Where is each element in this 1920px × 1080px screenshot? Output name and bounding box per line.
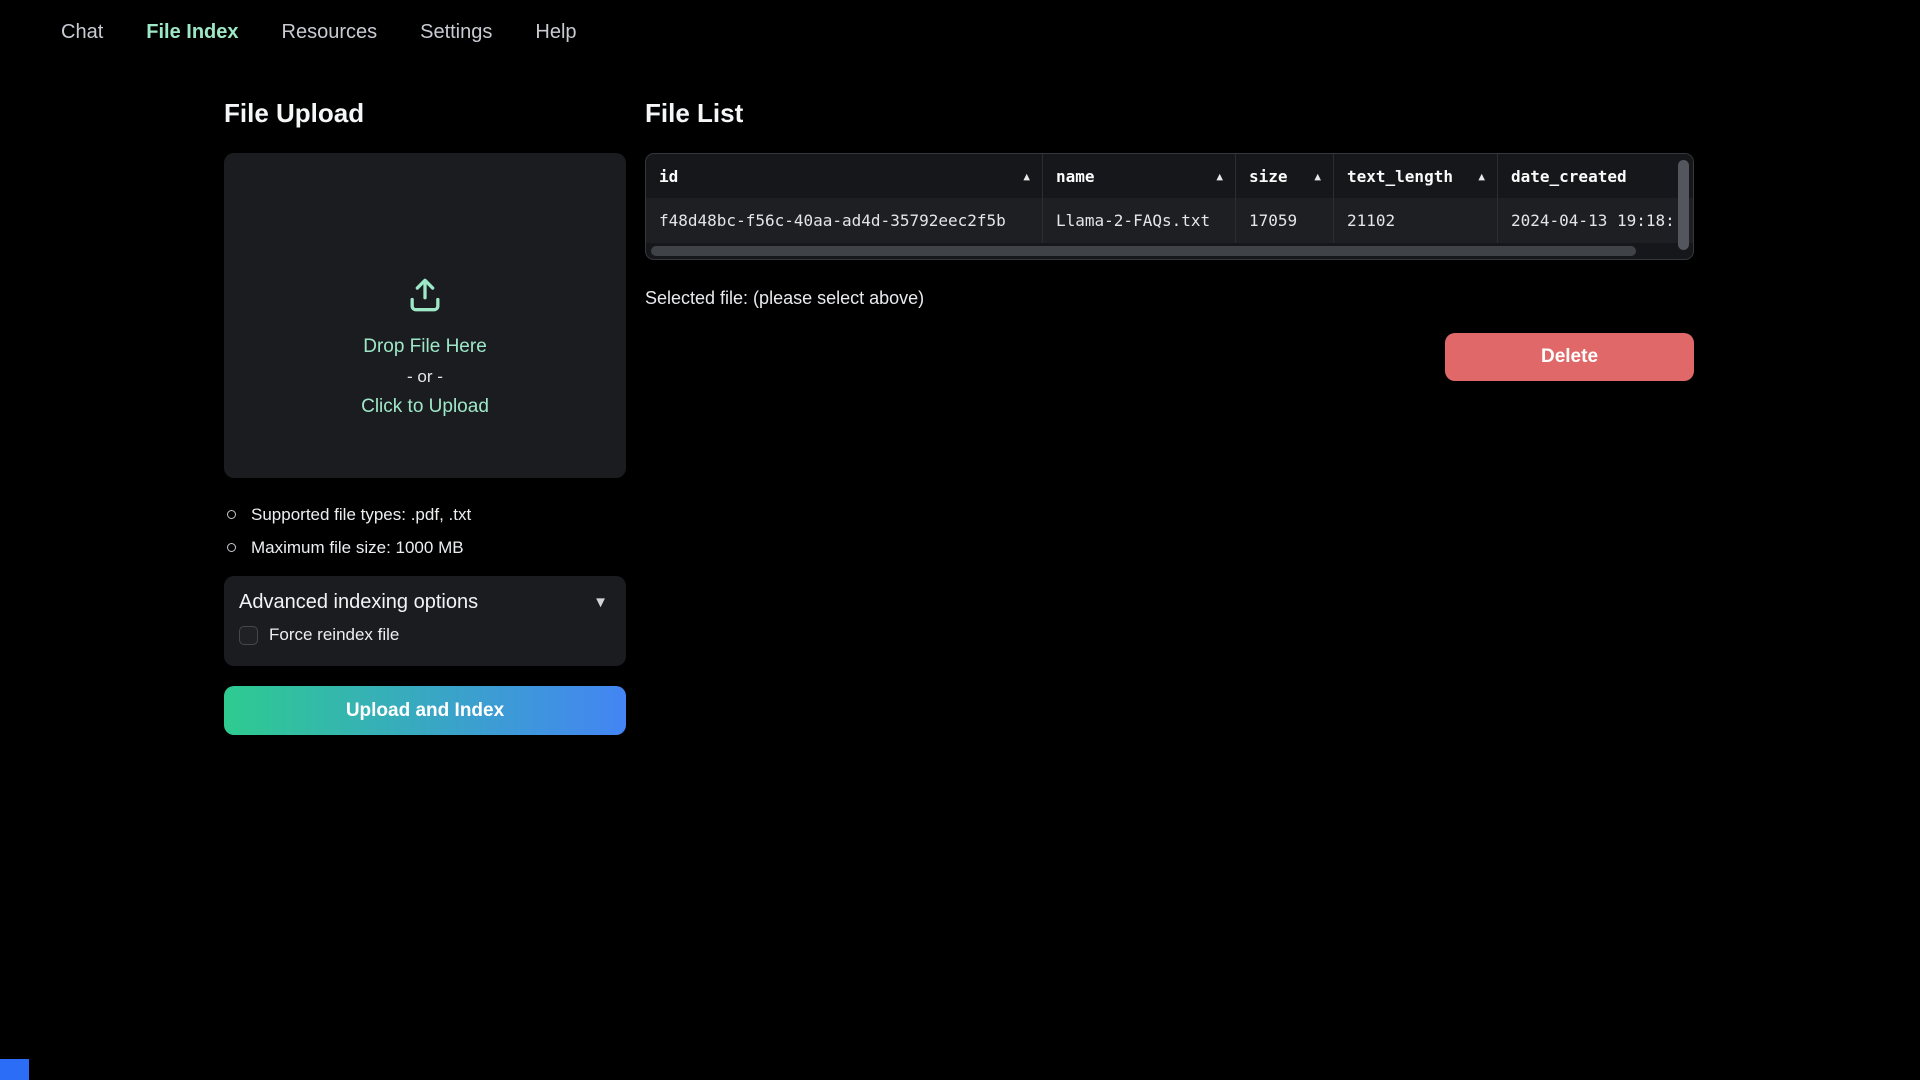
column-header-name[interactable]: name ▲ (1042, 154, 1235, 198)
note-supported-types: Supported file types: .pdf, .txt (224, 498, 626, 531)
nav-tab-file-index[interactable]: File Index (146, 21, 238, 44)
column-label: date_created (1511, 167, 1627, 186)
column-label: size (1249, 167, 1288, 186)
drop-file-here-label: Drop File Here (363, 332, 487, 362)
cell-text-length[interactable]: 21102 (1333, 198, 1497, 243)
note-text: Supported file types: .pdf, .txt (251, 505, 471, 525)
file-list-section: File List id ▲ name ▲ size ▲ text_length… (645, 98, 1694, 309)
cell-name[interactable]: Llama-2-FAQs.txt (1042, 198, 1235, 243)
cell-date-created[interactable]: 2024-04-13 19:18: (1497, 198, 1693, 243)
file-list-title: File List (645, 98, 1694, 129)
file-dropzone[interactable]: Drop File Here - or - Click to Upload (224, 153, 626, 478)
table-row[interactable]: f48d48bc-f56c-40aa-ad4d-35792eec2f5b Lla… (646, 198, 1693, 243)
upload-and-index-button[interactable]: Upload and Index (224, 686, 626, 735)
column-label: id (659, 167, 678, 186)
column-label: text_length (1347, 167, 1453, 186)
bullet-icon (227, 510, 236, 519)
click-to-upload-link[interactable]: Click to Upload (361, 392, 489, 422)
sort-asc-icon[interactable]: ▲ (1216, 170, 1223, 183)
advanced-indexing-title: Advanced indexing options (239, 591, 478, 614)
cell-id[interactable]: f48d48bc-f56c-40aa-ad4d-35792eec2f5b (646, 198, 1042, 243)
bullet-icon (227, 543, 236, 552)
upload-notes: Supported file types: .pdf, .txt Maximum… (224, 498, 626, 564)
file-upload-section: File Upload Drop File Here - or - Click … (224, 98, 626, 735)
file-upload-title: File Upload (224, 98, 626, 129)
force-reindex-checkbox[interactable] (239, 626, 258, 645)
column-header-text-length[interactable]: text_length ▲ (1333, 154, 1497, 198)
nav-tab-help[interactable]: Help (535, 21, 576, 44)
note-text: Maximum file size: 1000 MB (251, 538, 464, 558)
column-header-id[interactable]: id ▲ (646, 154, 1042, 198)
cell-size[interactable]: 17059 (1235, 198, 1333, 243)
table-vertical-scrollbar[interactable] (1678, 160, 1689, 250)
or-label: - or - (407, 362, 443, 392)
chevron-down-icon: ▼ (593, 594, 608, 611)
column-header-size[interactable]: size ▲ (1235, 154, 1333, 198)
upload-icon (403, 273, 447, 322)
top-nav: Chat File Index Resources Settings Help (61, 0, 577, 64)
column-label: name (1056, 167, 1095, 186)
nav-tab-chat[interactable]: Chat (61, 21, 103, 44)
column-header-date-created[interactable]: date_created (1497, 154, 1693, 198)
sort-asc-icon[interactable]: ▲ (1478, 170, 1485, 183)
nav-tab-resources[interactable]: Resources (282, 21, 378, 44)
nav-tab-settings[interactable]: Settings (420, 21, 492, 44)
note-max-size: Maximum file size: 1000 MB (224, 531, 626, 564)
force-reindex-label: Force reindex file (269, 625, 399, 645)
file-table: id ▲ name ▲ size ▲ text_length ▲ date_cr… (645, 153, 1694, 260)
bottom-left-loading-indicator (0, 1059, 29, 1080)
file-table-header-row: id ▲ name ▲ size ▲ text_length ▲ date_cr… (646, 154, 1693, 198)
selected-file-status: Selected file: (please select above) (645, 288, 1694, 309)
table-horizontal-scrollbar[interactable] (651, 246, 1636, 256)
force-reindex-row[interactable]: Force reindex file (239, 625, 608, 645)
advanced-indexing-panel: Advanced indexing options ▼ Force reinde… (224, 576, 626, 666)
delete-button[interactable]: Delete (1445, 333, 1694, 381)
sort-asc-icon[interactable]: ▲ (1314, 170, 1321, 183)
advanced-indexing-header[interactable]: Advanced indexing options ▼ (239, 591, 608, 614)
sort-asc-icon[interactable]: ▲ (1023, 170, 1030, 183)
